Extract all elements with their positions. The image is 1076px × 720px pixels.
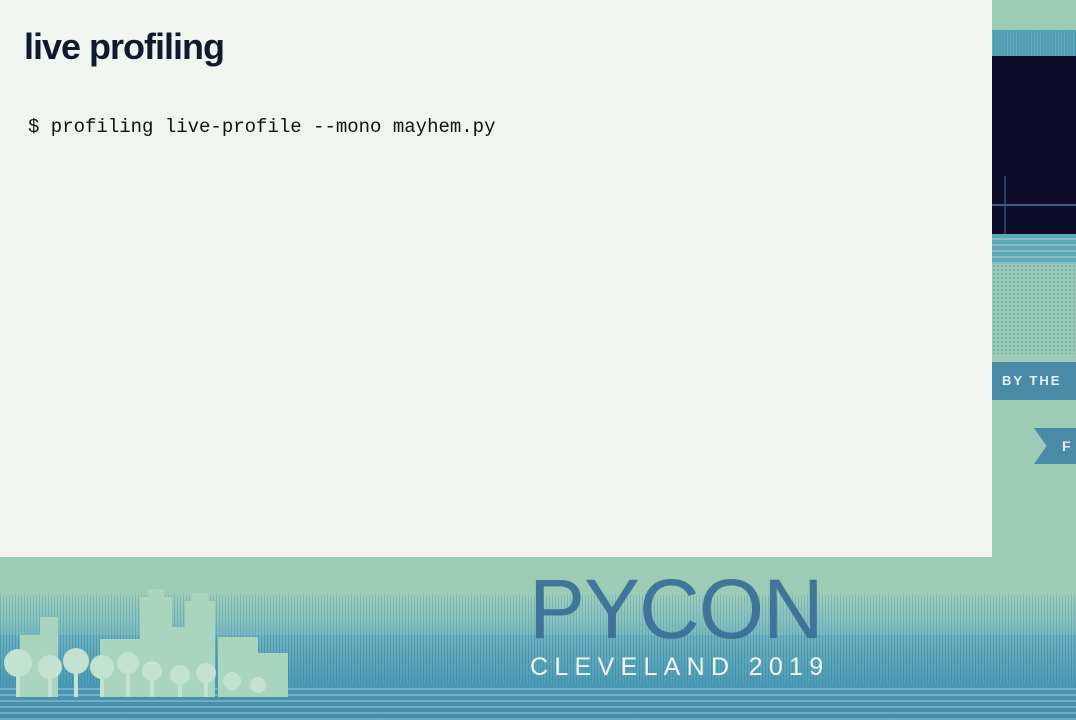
pycon-logo-wordmark: PYCON bbox=[529, 562, 824, 656]
presentation-stage: live profiling $ profiling live-profile … bbox=[0, 0, 1076, 720]
backdrop-dot-pattern bbox=[992, 264, 1076, 354]
video-artifact bbox=[992, 204, 1076, 206]
backdrop-band bbox=[992, 234, 1076, 264]
backdrop-tag: F bbox=[1034, 428, 1076, 464]
slide-title: live profiling bbox=[24, 26, 225, 67]
video-artifact bbox=[1004, 176, 1006, 236]
backdrop-band bbox=[992, 0, 1076, 30]
conference-banner: PYCON CLEVELAND 2019 bbox=[0, 557, 1076, 720]
command-line: $ profiling live-profile --mono mayhem.p… bbox=[28, 116, 496, 138]
backdrop-band bbox=[992, 30, 1076, 56]
pycon-logo-subtitle: CLEVELAND 2019 bbox=[530, 653, 830, 681]
backdrop-ribbon: BY THE bbox=[992, 362, 1076, 400]
speaker-video-thumbnail bbox=[992, 56, 1076, 236]
slide-panel: live profiling $ profiling live-profile … bbox=[0, 0, 992, 557]
conference-backdrop-side: BY THE F bbox=[992, 0, 1076, 557]
city-skyline-illustration bbox=[4, 589, 288, 697]
